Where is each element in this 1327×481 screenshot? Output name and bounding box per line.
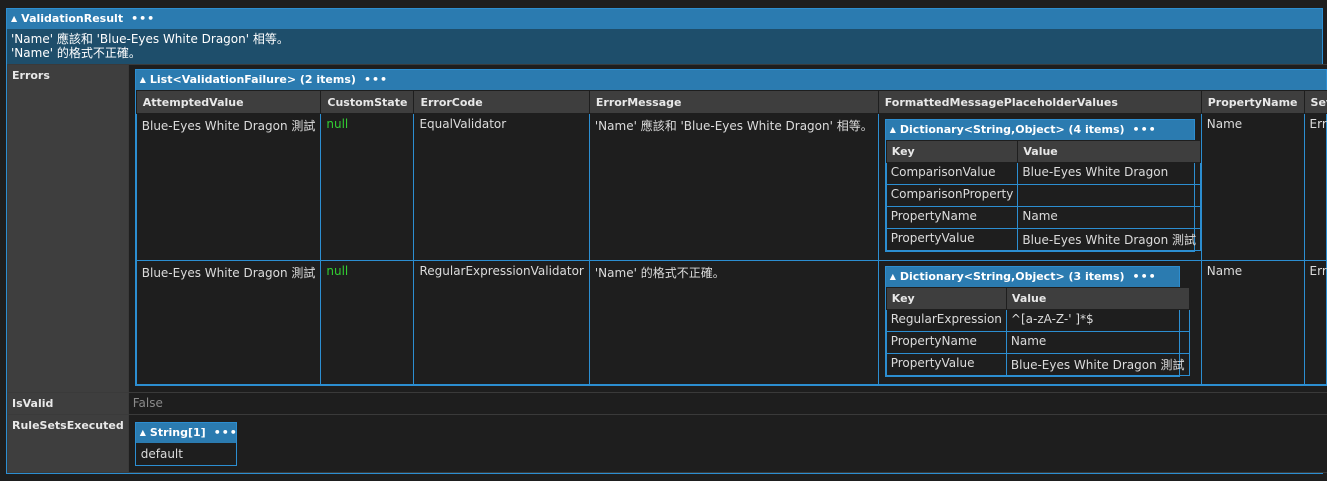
- collapse-triangle-icon[interactable]: ▲: [890, 125, 896, 134]
- placeholder-dictionary: ▲ Dictionary<String,Object> (4 items) ••• …: [884, 119, 1201, 252]
- errors-row: Errors ▲ List<ValidationFailure> (2 items…: [7, 64, 1327, 393]
- errors-list-title: List<ValidationFailure> (2 items): [149, 73, 356, 86]
- column-header[interactable]: Severity: [1303, 90, 1327, 114]
- dict-value: ^[a-zA-Z-' ]*$: [1005, 309, 1190, 332]
- collapse-triangle-icon[interactable]: ▲: [890, 272, 896, 281]
- more-dots-icon[interactable]: •••: [364, 73, 388, 86]
- errors-grid: AttemptedValue CustomState ErrorCode Err…: [135, 90, 1327, 385]
- dict-key: ComparisonProperty: [885, 184, 1019, 207]
- placeholder-values-cell: ▲ Dictionary<String,Object> (3 items) ••• …: [877, 260, 1202, 385]
- is-valid-label: IsValid: [7, 392, 129, 415]
- summary-line-2: 'Name' 的格式不正確。: [11, 46, 141, 60]
- custom-state-cell: null: [320, 113, 415, 261]
- rule-sets-row: RuleSetsExecuted ▲ String[1] ••• default: [7, 414, 1327, 473]
- error-message-cell: 'Name' 的格式不正確。: [588, 260, 879, 385]
- error-code-cell: EqualValidator: [413, 113, 590, 261]
- table-row: ComparisonProperty: [885, 184, 1201, 207]
- errors-grid-header: AttemptedValue CustomState ErrorCode Err…: [135, 90, 1327, 114]
- dict-key: RegularExpression: [885, 309, 1007, 332]
- table-row: PropertyName Name: [885, 206, 1201, 229]
- rule-sets-list: ▲ String[1] ••• default: [134, 422, 238, 466]
- attempted-value-cell: Blue-Eyes White Dragon 測試: [135, 113, 322, 261]
- dict-value: [1017, 184, 1201, 207]
- is-valid-row: IsValid False: [7, 392, 1327, 415]
- more-dots-icon[interactable]: •••: [131, 12, 155, 25]
- dictionary-title: Dictionary<String,Object> (4 items): [899, 123, 1125, 136]
- column-header[interactable]: ErrorCode: [413, 90, 590, 114]
- severity-cell: Error: [1303, 260, 1327, 385]
- dict-key: PropertyValue: [885, 353, 1007, 376]
- table-row: Blue-Eyes White Dragon 測試 null RegularEx…: [135, 260, 1327, 385]
- collapse-triangle-icon[interactable]: ▲: [11, 14, 17, 23]
- value-column-header[interactable]: Value: [1005, 287, 1190, 310]
- table-row: ComparisonValue Blue-Eyes White Dragon: [885, 162, 1201, 185]
- column-header[interactable]: AttemptedValue: [135, 90, 322, 114]
- table-row: PropertyName Name: [885, 331, 1190, 354]
- dict-value: Name: [1017, 206, 1201, 229]
- dict-value: Name: [1005, 331, 1190, 354]
- dictionary-header[interactable]: ▲ Dictionary<String,Object> (4 items) •••: [885, 120, 1194, 140]
- property-name-cell: Name: [1200, 260, 1305, 385]
- validation-result-title: ValidationResult: [21, 12, 124, 25]
- attempted-value-cell: Blue-Eyes White Dragon 測試: [135, 260, 322, 385]
- value-column-header[interactable]: Value: [1017, 140, 1201, 163]
- error-code-cell: RegularExpressionValidator: [413, 260, 590, 385]
- dictionary-title: Dictionary<String,Object> (3 items): [899, 270, 1125, 283]
- dict-value: Blue-Eyes White Dragon 測試: [1005, 353, 1190, 376]
- severity-cell: Error: [1303, 113, 1327, 261]
- collapse-triangle-icon[interactable]: ▲: [140, 428, 146, 437]
- column-header[interactable]: FormattedMessagePlaceholderValues: [877, 90, 1202, 114]
- dict-value: Blue-Eyes White Dragon: [1017, 162, 1201, 185]
- table-row: Blue-Eyes White Dragon 測試 null EqualVali…: [135, 113, 1327, 261]
- dictionary-header[interactable]: ▲ Dictionary<String,Object> (3 items) •••: [885, 267, 1179, 287]
- rule-sets-title: String[1]: [149, 426, 206, 439]
- dict-value: Blue-Eyes White Dragon 測試: [1017, 228, 1201, 251]
- is-valid-value: False: [127, 392, 1327, 415]
- table-row: RegularExpression ^[a-zA-Z-' ]*$: [885, 309, 1190, 332]
- table-row: PropertyValue Blue-Eyes White Dragon 測試: [885, 228, 1201, 251]
- rule-sets-header[interactable]: ▲ String[1] •••: [135, 423, 238, 443]
- more-dots-icon[interactable]: •••: [1133, 123, 1157, 136]
- placeholder-values-cell: ▲ Dictionary<String,Object> (4 items) ••• …: [877, 113, 1202, 261]
- property-table: Errors ▲ List<ValidationFailure> (2 items…: [7, 64, 1327, 473]
- dictionary-grid: Key Value RegularExpression ^[a-zA-Z-']…: [885, 287, 1190, 376]
- collapse-triangle-icon[interactable]: ▲: [140, 75, 146, 84]
- summary-line-1: 'Name' 應該和 'Blue-Eyes White Dragon' 相等。: [11, 32, 289, 46]
- placeholder-dictionary: ▲ Dictionary<String,Object> (3 items) ••• …: [884, 266, 1190, 377]
- table-row: PropertyValue Blue-Eyes White Dragon 測試: [885, 353, 1190, 376]
- more-dots-icon[interactable]: •••: [1133, 270, 1157, 283]
- errors-label: Errors: [7, 64, 129, 393]
- property-name-cell: Name: [1200, 113, 1305, 261]
- errors-list-header[interactable]: ▲ List<ValidationFailure> (2 items) •••: [135, 70, 1326, 90]
- validation-result-panel: ▲ ValidationResult ••• 'Name' 應該和 'Blue-Ey…: [6, 8, 1327, 474]
- column-header[interactable]: ErrorMessage: [588, 90, 879, 114]
- errors-list: ▲ List<ValidationFailure> (2 items) ••• At…: [134, 69, 1327, 386]
- list-item: default: [140, 447, 183, 461]
- more-dots-icon[interactable]: •••: [214, 426, 238, 439]
- dict-key: ComparisonValue: [885, 162, 1019, 185]
- validation-summary: 'Name' 應該和 'Blue-Eyes White Dragon' 相等。 …: [7, 29, 1322, 64]
- key-column-header[interactable]: Key: [885, 287, 1007, 310]
- column-header[interactable]: PropertyName: [1200, 90, 1305, 114]
- validation-result-header[interactable]: ▲ ValidationResult •••: [7, 9, 1322, 29]
- key-column-header[interactable]: Key: [885, 140, 1019, 163]
- column-header[interactable]: CustomState: [320, 90, 415, 114]
- dictionary-grid: Key Value ComparisonValue Blue-Eyes Whit…: [885, 140, 1201, 251]
- custom-state-cell: null: [320, 260, 415, 385]
- dict-key: PropertyName: [885, 331, 1007, 354]
- error-message-cell: 'Name' 應該和 'Blue-Eyes White Dragon' 相等。: [588, 113, 879, 261]
- rule-sets-label: RuleSetsExecuted: [7, 414, 129, 473]
- dict-key: PropertyName: [885, 206, 1019, 229]
- dict-key: PropertyValue: [885, 228, 1019, 251]
